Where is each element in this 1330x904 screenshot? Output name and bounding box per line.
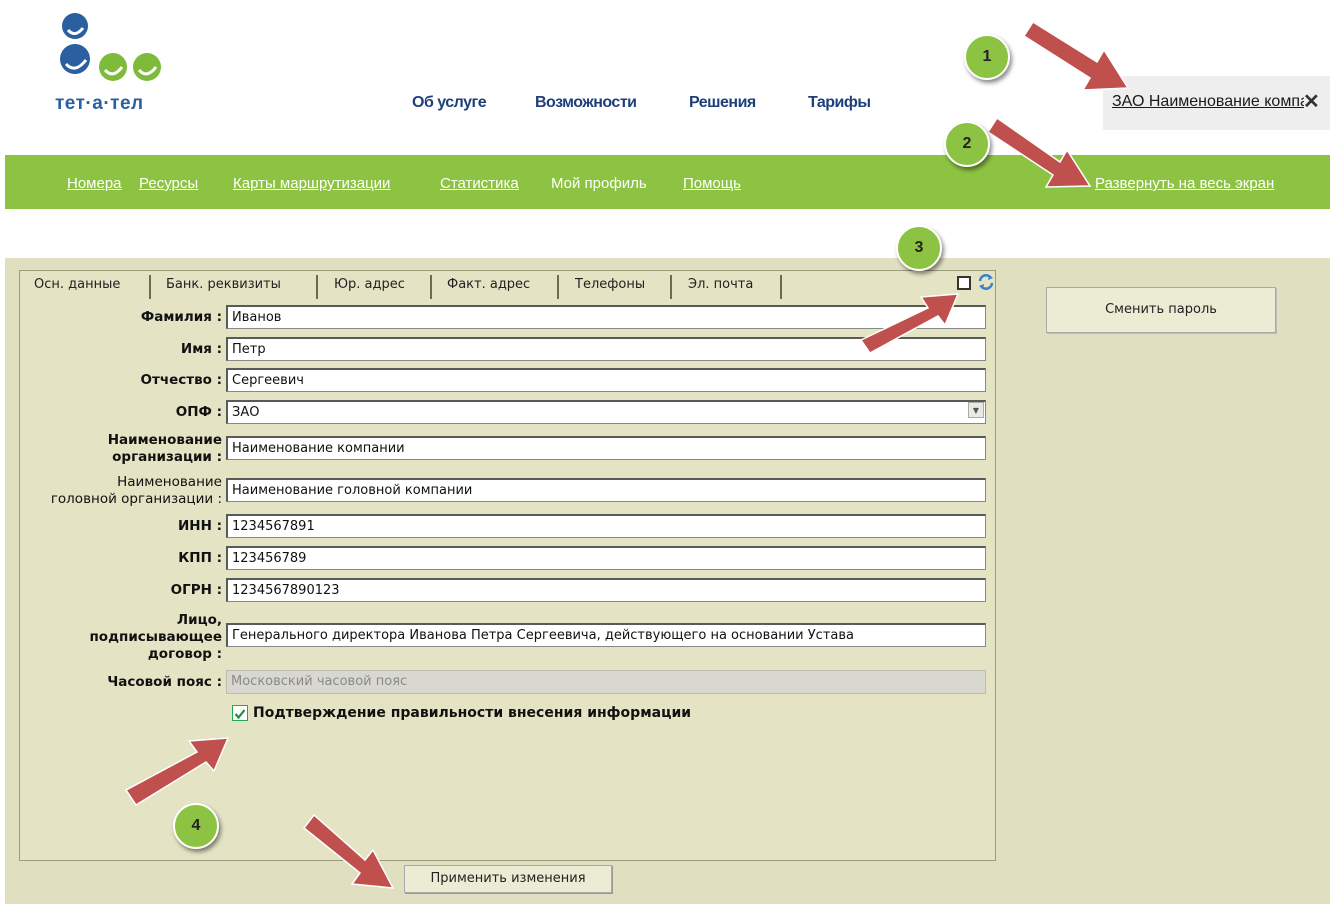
org-label-line2: организации :: [112, 449, 222, 465]
tab-separator: [780, 275, 782, 299]
kpp-field[interactable]: 123456789: [226, 546, 986, 570]
expand-fullscreen-link[interactable]: Развернуть на весь экран: [1095, 175, 1274, 192]
company-link[interactable]: ЗАО Наименование компании: [1112, 93, 1304, 111]
head-org-name-field[interactable]: Наименование головной компании: [226, 478, 986, 502]
confirm-label[interactable]: Подтверждение правильности внесения инфо…: [253, 705, 691, 721]
patronymic-field[interactable]: Сергеевич: [226, 368, 986, 392]
kpp-label: КПП :: [178, 550, 222, 566]
opf-select[interactable]: ЗАО: [226, 400, 986, 424]
opf-label: ОПФ :: [175, 404, 222, 420]
tab-legal-address[interactable]: Юр. адрес: [334, 273, 405, 297]
change-password-button[interactable]: Сменить пароль: [1046, 287, 1276, 333]
timezone-label: Часовой пояс :: [107, 674, 222, 690]
signer-label-line1: Лицо,: [176, 612, 222, 628]
ogrn-field[interactable]: 1234567890123: [226, 578, 986, 602]
logo-text: тет·а·тел: [55, 93, 144, 114]
org-label-line1: Наименование: [107, 432, 222, 448]
topnav-solutions[interactable]: Решения: [689, 94, 756, 112]
signer-field[interactable]: Генерального директора Иванова Петра Сер…: [226, 623, 986, 647]
topnav-features[interactable]: Возможности: [535, 94, 637, 112]
maximize-icon[interactable]: [957, 276, 971, 290]
surname-field[interactable]: Иванов: [226, 305, 986, 329]
tab-separator: [316, 275, 318, 299]
topnav-tariffs[interactable]: Тарифы: [808, 94, 871, 112]
nav-resources[interactable]: Ресурсы: [139, 175, 198, 192]
callout-badge-3: 3: [896, 225, 942, 271]
callout-badge-4: 4: [173, 803, 219, 849]
name-label: Имя :: [180, 341, 222, 357]
org-name-field[interactable]: Наименование компании: [226, 436, 986, 460]
name-field[interactable]: Петр: [226, 337, 986, 361]
nav-my-profile[interactable]: Мой профиль: [551, 175, 647, 192]
nav-numbers[interactable]: Номера: [67, 175, 122, 192]
callout-badge-1: 1: [964, 34, 1010, 80]
timezone-field: Московский часовой пояс: [226, 670, 986, 694]
tab-main-data[interactable]: Осн. данные: [34, 273, 120, 297]
tab-separator: [149, 275, 151, 299]
close-icon[interactable]: ✕: [1303, 89, 1320, 114]
tab-separator: [430, 275, 432, 299]
signer-label-line2: подписывающее: [89, 629, 222, 645]
refresh-icon[interactable]: [976, 272, 996, 292]
tab-separator: [557, 275, 559, 299]
tab-actual-address[interactable]: Факт. адрес: [447, 273, 530, 297]
nav-statistics[interactable]: Статистика: [440, 175, 519, 192]
tab-bank-details[interactable]: Банк. реквизиты: [166, 273, 281, 297]
topnav-about[interactable]: Об услуге: [412, 94, 487, 112]
nav-help[interactable]: Помощь: [683, 175, 741, 192]
confirm-checkbox[interactable]: [232, 705, 248, 721]
inn-field[interactable]: 1234567891: [226, 514, 986, 538]
head-org-label-line1: Наименование: [117, 474, 222, 490]
surname-label: Фамилия :: [140, 309, 222, 325]
apply-changes-button[interactable]: Применить изменения: [404, 865, 612, 893]
inn-label: ИНН :: [178, 518, 222, 534]
nav-routing-maps[interactable]: Карты маршрутизации: [233, 175, 390, 192]
tab-separator: [670, 275, 672, 299]
ogrn-label: ОГРН :: [170, 582, 222, 598]
patronymic-label: Отчество :: [140, 372, 222, 388]
tab-phones[interactable]: Телефоны: [575, 273, 645, 297]
checkmark-icon: [234, 709, 246, 720]
signer-label-line3: договор :: [147, 646, 222, 662]
chevron-down-icon[interactable]: ▼: [968, 402, 984, 418]
callout-badge-2: 2: [944, 121, 990, 167]
head-org-label-line2: головной организации :: [50, 491, 222, 507]
tab-email[interactable]: Эл. почта: [688, 273, 753, 297]
